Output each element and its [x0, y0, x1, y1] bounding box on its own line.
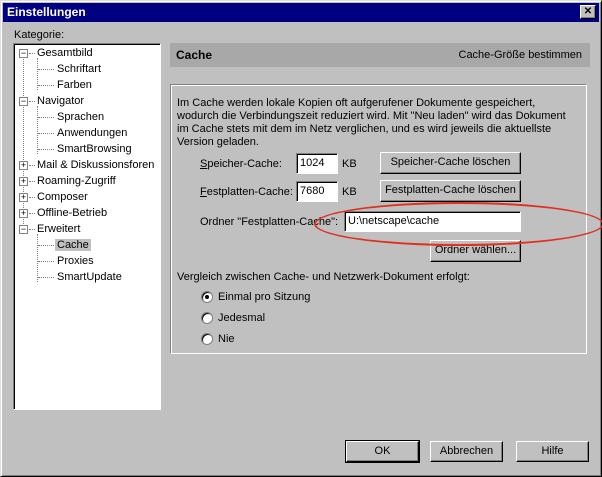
preferences-dialog: Einstellungen ✕ Kategorie: − Gesamtbild Sc…	[0, 0, 602, 477]
tree-item-label: Erweitert	[37, 223, 81, 235]
memory-cache-label: Speicher-Cache:	[200, 158, 282, 170]
tree-line	[38, 277, 54, 278]
expand-icon[interactable]: +	[19, 209, 28, 218]
tree-item-label: SmartUpdate	[57, 271, 122, 283]
tree-item-navigator[interactable]: Navigator	[35, 94, 86, 109]
tree-item-label: Schriftart	[57, 63, 102, 75]
collapse-icon[interactable]: −	[19, 49, 28, 58]
tree-item-farben[interactable]: Farben	[55, 78, 94, 93]
section-header: Cache Cache-Größe bestimmen	[170, 43, 590, 67]
disk-cache-folder-label: Ordner "Festplatten-Cache":	[200, 216, 339, 228]
category-label: Kategorie:	[14, 29, 65, 41]
tree-item-label: SmartBrowsing	[57, 143, 132, 155]
tree-item-smartbrowsing[interactable]: SmartBrowsing	[55, 142, 134, 157]
tree-item-label: Mail & Diskussionsforen	[37, 159, 155, 171]
collapse-icon[interactable]: −	[19, 225, 28, 234]
expand-icon[interactable]: +	[19, 161, 28, 170]
disk-cache-label: Festplatten-Cache:	[200, 186, 293, 198]
cache-description: Im Cache werden lokale Kopien oft aufger…	[177, 97, 566, 148]
tree-item-label: Composer	[37, 191, 88, 203]
tree-item-label: Offline-Betrieb	[37, 207, 108, 219]
tree-item-label: Anwendungen	[57, 127, 128, 139]
section-subtitle: Cache-Größe bestimmen	[458, 49, 583, 61]
tree-item-label: Gesamtbild	[37, 47, 93, 59]
tree-line	[38, 133, 54, 134]
tree-line	[37, 234, 38, 282]
cancel-button[interactable]: Abbrechen	[430, 441, 503, 462]
tree-item-erweitert[interactable]: Erweitert	[35, 222, 82, 237]
radio-every-label[interactable]: Jedesmal	[218, 312, 265, 324]
disk-cache-input[interactable]: 7680	[296, 181, 338, 202]
disk-cache-unit: KB	[342, 186, 357, 198]
tree-line	[38, 85, 54, 86]
radio-never[interactable]	[201, 333, 213, 345]
tree-item-label: Cache	[55, 239, 91, 251]
tree-item-smartupdate[interactable]: SmartUpdate	[55, 270, 124, 285]
section-title: Cache	[176, 48, 213, 62]
tree-item-label: Farben	[57, 79, 92, 91]
tree-line	[37, 106, 38, 154]
tree-item-label: Navigator	[37, 95, 85, 107]
close-icon[interactable]: ✕	[580, 5, 596, 19]
tree-item-label: Roaming-Zugriff	[37, 175, 116, 187]
tree-item-mail-diskussionsforen[interactable]: Mail & Diskussionsforen	[35, 158, 156, 173]
collapse-icon[interactable]: −	[19, 97, 28, 106]
choose-folder-button[interactable]: Ordner wählen...	[430, 240, 521, 262]
disk-cache-folder-input[interactable]: U:\netscape\cache	[344, 211, 521, 232]
radio-once-label[interactable]: Einmal pro Sitzung	[218, 291, 310, 303]
tree-item-label: Proxies	[57, 255, 94, 267]
tree-item-gesamtbild[interactable]: Gesamtbild	[35, 46, 95, 61]
tree-item-offline-betrieb[interactable]: Offline-Betrieb	[35, 206, 109, 221]
tree-line	[38, 149, 54, 150]
memory-cache-input[interactable]: 1024	[296, 153, 338, 174]
title-bar[interactable]: Einstellungen ✕	[3, 3, 599, 22]
tree-line	[38, 69, 54, 70]
tree-item-cache[interactable]: Cache	[55, 238, 91, 253]
radio-every-time[interactable]	[201, 312, 213, 324]
tree-line	[38, 117, 54, 118]
tree-line	[38, 245, 54, 246]
tree-item-sprachen[interactable]: Sprachen	[55, 110, 106, 125]
tree-item-label: Sprachen	[57, 111, 105, 123]
tree-item-anwendungen[interactable]: Anwendungen	[55, 126, 129, 141]
clear-disk-cache-button[interactable]: Festplatten-Cache löschen	[380, 180, 521, 202]
radio-never-label[interactable]: Nie	[218, 333, 235, 345]
radio-selected-dot	[205, 295, 209, 299]
compare-label: Vergleich zwischen Cache- und Netzwerk-D…	[177, 271, 470, 283]
tree-item-roaming-zugriff[interactable]: Roaming-Zugriff	[35, 174, 118, 189]
expand-icon[interactable]: +	[19, 177, 28, 186]
tree-item-schriftart[interactable]: Schriftart	[55, 62, 103, 77]
tree-item-composer[interactable]: Composer	[35, 190, 90, 205]
clear-memory-cache-button[interactable]: Speicher-Cache löschen	[380, 152, 521, 174]
memory-cache-unit: KB	[342, 158, 357, 170]
expand-icon[interactable]: +	[19, 193, 28, 202]
radio-once-per-session[interactable]	[201, 291, 213, 303]
tree-item-proxies[interactable]: Proxies	[55, 254, 96, 269]
help-button[interactable]: Hilfe	[516, 441, 589, 462]
ok-button[interactable]: OK	[345, 440, 420, 463]
window-title: Einstellungen	[7, 5, 86, 19]
category-tree[interactable]: − Gesamtbild Schriftart Farben − Navigator Spr…	[13, 43, 161, 410]
tree-line	[38, 261, 54, 262]
